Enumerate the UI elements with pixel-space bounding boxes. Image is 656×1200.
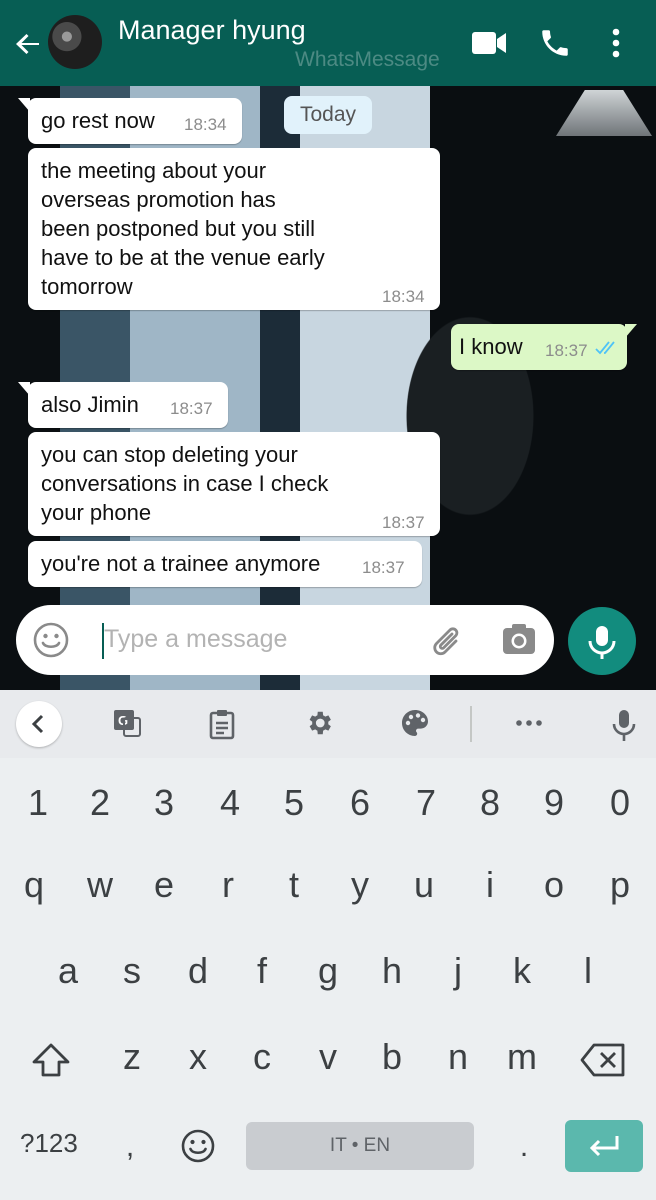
message-text: I know <box>459 334 523 359</box>
message-line: tomorrow <box>41 274 133 299</box>
message-text: also Jimin <box>41 392 139 417</box>
key-u[interactable]: u <box>394 864 454 906</box>
key-h[interactable]: h <box>362 950 422 992</box>
key-b[interactable]: b <box>362 1036 422 1078</box>
settings-icon[interactable] <box>304 708 334 738</box>
key-6[interactable]: 6 <box>330 782 390 824</box>
key-d[interactable]: d <box>168 950 228 992</box>
key-period[interactable]: . <box>494 1130 554 1164</box>
key-x[interactable]: x <box>168 1036 228 1078</box>
enter-key[interactable] <box>565 1120 643 1172</box>
key-t[interactable]: t <box>264 864 324 906</box>
emoji-icon[interactable] <box>32 621 70 659</box>
key-8[interactable]: 8 <box>460 782 520 824</box>
message-time: 18:37 <box>362 558 405 577</box>
chat-area[interactable]: Today go rest now 18:34 the meeting abou… <box>0 86 656 690</box>
key-comma[interactable]: , <box>100 1130 160 1164</box>
message-text: go rest now <box>41 108 155 133</box>
key-f[interactable]: f <box>232 950 292 992</box>
more-options-icon[interactable] <box>602 26 630 60</box>
message-bubble-incoming[interactable]: also Jimin 18:37 <box>18 382 228 428</box>
space-bar[interactable]: IT • EN <box>246 1122 474 1170</box>
key-9[interactable]: 9 <box>524 782 584 824</box>
contact-name[interactable]: Manager hyung <box>118 15 306 46</box>
message-line: conversations in case I check <box>41 471 329 496</box>
key-l[interactable]: l <box>558 950 618 992</box>
key-n[interactable]: n <box>428 1036 488 1078</box>
key-y[interactable]: y <box>330 864 390 906</box>
more-icon[interactable] <box>514 708 544 738</box>
message-time: 18:34 <box>382 287 425 306</box>
key-1[interactable]: 1 <box>8 782 68 824</box>
message-input-placeholder[interactable]: Type a message <box>104 625 287 654</box>
message-line: your phone <box>41 500 152 525</box>
message-line: you can stop deleting your <box>41 442 298 467</box>
voice-mic-icon[interactable] <box>610 708 638 742</box>
message-bubble-outgoing[interactable]: I know 18:37 <box>451 324 637 370</box>
key-s[interactable]: s <box>102 950 162 992</box>
key-j[interactable]: j <box>428 950 488 992</box>
background-lamp <box>556 90 652 136</box>
shift-icon[interactable] <box>30 1040 72 1082</box>
key-4[interactable]: 4 <box>200 782 260 824</box>
voice-record-button[interactable] <box>568 607 636 675</box>
key-5[interactable]: 5 <box>264 782 324 824</box>
chat-header: Manager hyung WhatsMessage <box>0 0 656 86</box>
clipboard-icon[interactable] <box>208 708 236 740</box>
message-bubble-incoming[interactable]: you can stop deleting your conversations… <box>28 432 440 536</box>
key-a[interactable]: a <box>38 950 98 992</box>
key-m[interactable]: m <box>492 1036 552 1078</box>
key-c[interactable]: c <box>232 1036 292 1078</box>
video-call-icon[interactable] <box>470 26 508 60</box>
key-3[interactable]: 3 <box>134 782 194 824</box>
message-bubble-incoming[interactable]: go rest now 18:34 <box>18 98 242 144</box>
date-chip: Today <box>284 96 372 134</box>
camera-icon[interactable] <box>501 621 537 657</box>
key-g[interactable]: g <box>298 950 358 992</box>
message-time: 18:34 <box>184 115 227 134</box>
key-0[interactable]: 0 <box>590 782 650 824</box>
keyboard-collapse-button[interactable] <box>16 701 62 747</box>
attach-icon[interactable] <box>428 621 468 661</box>
key-w[interactable]: w <box>70 864 130 906</box>
message-time: 18:37 <box>545 341 588 360</box>
key-o[interactable]: o <box>524 864 584 906</box>
message-line: overseas promotion has <box>41 187 276 212</box>
translate-icon[interactable]: G <box>112 708 142 738</box>
enter-arrow-icon <box>589 1136 619 1157</box>
message-text: you're not a trainee anymore <box>41 551 321 576</box>
keyboard-toolbar: G <box>0 690 656 758</box>
collapse-chevron-icon <box>31 714 44 734</box>
backspace-icon[interactable] <box>580 1042 626 1078</box>
message-line: the meeting about your <box>41 158 267 183</box>
key-k[interactable]: k <box>492 950 552 992</box>
message-time: 18:37 <box>170 399 213 418</box>
message-line: been postponed but you still <box>41 216 315 241</box>
key-z[interactable]: z <box>102 1036 162 1078</box>
key-r[interactable]: r <box>198 864 258 906</box>
toolbar-divider <box>470 706 472 742</box>
message-bubble-incoming[interactable]: you're not a trainee anymore 18:37 <box>28 541 422 587</box>
message-bubble-incoming[interactable]: the meeting about your overseas promotio… <box>28 148 440 310</box>
key-v[interactable]: v <box>298 1036 358 1078</box>
key-i[interactable]: i <box>460 864 520 906</box>
emoji-keyboard-icon[interactable] <box>180 1128 216 1164</box>
key-q[interactable]: q <box>4 864 64 906</box>
message-line: have to be at the venue early <box>41 245 325 270</box>
avatar[interactable] <box>48 15 102 69</box>
key-7[interactable]: 7 <box>396 782 456 824</box>
message-time: 18:37 <box>382 513 425 532</box>
symbols-key[interactable]: ?123 <box>20 1128 78 1159</box>
read-receipt-icon <box>595 341 615 355</box>
mic-icon <box>588 626 616 659</box>
watermark-text: WhatsMessage <box>295 48 440 71</box>
on-screen-keyboard: G 1 2 3 4 5 6 7 8 9 0 q w e r t y u i o … <box>0 690 656 1200</box>
theme-palette-icon[interactable] <box>400 708 430 738</box>
back-arrow-icon[interactable] <box>12 28 44 60</box>
phone-call-icon[interactable] <box>538 26 572 60</box>
key-2[interactable]: 2 <box>70 782 130 824</box>
key-e[interactable]: e <box>134 864 194 906</box>
message-input-box[interactable]: Type a message <box>16 605 554 675</box>
key-p[interactable]: p <box>590 864 650 906</box>
